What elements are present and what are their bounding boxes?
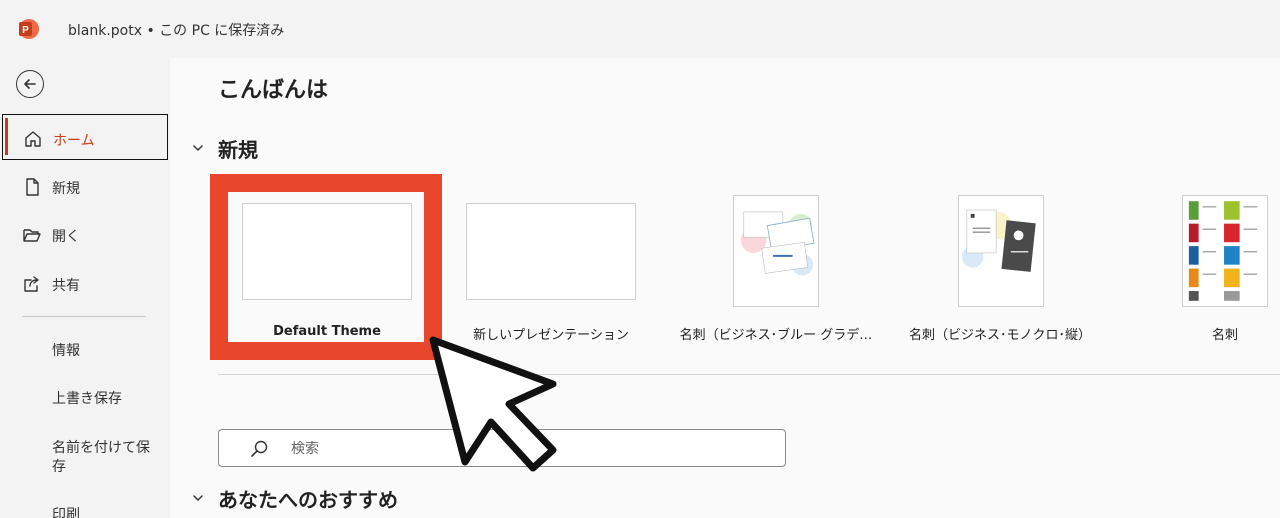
sidebar-item-home[interactable]: ホーム: [2, 114, 168, 160]
sidebar-divider: [22, 316, 146, 317]
sidebar-item-label: 開く: [52, 229, 80, 245]
backstage-main: こんばんは 新規 Default Theme 新しいプレゼンテーション 名刺（ビ…: [170, 58, 1280, 518]
home-icon: [25, 131, 41, 147]
sidebar-item-share[interactable]: 共有: [2, 260, 168, 306]
template-business-card-mono[interactable]: [958, 195, 1044, 307]
sidebar-item-open[interactable]: 開く: [2, 211, 168, 257]
share-icon: [24, 276, 39, 292]
template-thumbnail: [958, 195, 1044, 307]
document-title: blank.potx • この PC に保存済み: [68, 23, 285, 39]
back-arrow-icon: [24, 79, 36, 89]
section-title: 新規: [218, 138, 258, 162]
back-button[interactable]: [16, 70, 44, 98]
template-thumbnail: [1182, 195, 1268, 307]
section-divider: [218, 374, 1280, 375]
pointer-cursor-icon: [429, 336, 557, 472]
sidebar-item-save[interactable]: 上書き保存: [52, 390, 122, 409]
section-title: あなたへのおすすめ: [218, 488, 398, 512]
template-label: 名刺: [1211, 328, 1238, 343]
search-icon: [251, 440, 268, 457]
sidebar-item-new[interactable]: 新規: [2, 163, 168, 209]
template-thumbnail: [733, 195, 819, 307]
greeting-heading: こんばんは: [218, 78, 329, 103]
chevron-down-icon: [193, 145, 203, 151]
sidebar-item-save-as[interactable]: 名前を付けて保存: [52, 439, 152, 477]
sidebar-item-label: 新規: [52, 181, 80, 197]
template-thumbnail: [466, 203, 636, 300]
highlight-box: [210, 174, 442, 360]
open-folder-icon: [23, 229, 41, 242]
template-label: 名刺（ビジネス･ブルー グラデ…: [679, 328, 873, 343]
sidebar-item-label: 共有: [52, 278, 80, 294]
template-new-presentation[interactable]: [466, 203, 636, 303]
new-document-icon: [26, 178, 39, 196]
sidebar-item-label: ホーム: [53, 133, 95, 149]
title-bar: P blank.potx • この PC に保存済み: [0, 0, 1280, 58]
backstage-sidebar: ホーム 新規 開く 共有 情報 上書き保存 名前を付けて保存 印刷: [0, 58, 170, 518]
template-label: 名刺（ビジネス･モノクロ･縦）: [908, 328, 1091, 343]
template-business-card-blue[interactable]: [733, 195, 819, 307]
sidebar-item-info[interactable]: 情報: [52, 342, 80, 361]
svg-text:P: P: [22, 25, 29, 36]
chevron-down-icon: [193, 495, 203, 501]
template-business-card[interactable]: [1182, 195, 1268, 307]
powerpoint-app-icon: P: [19, 19, 39, 39]
sidebar-item-print[interactable]: 印刷: [52, 506, 80, 518]
